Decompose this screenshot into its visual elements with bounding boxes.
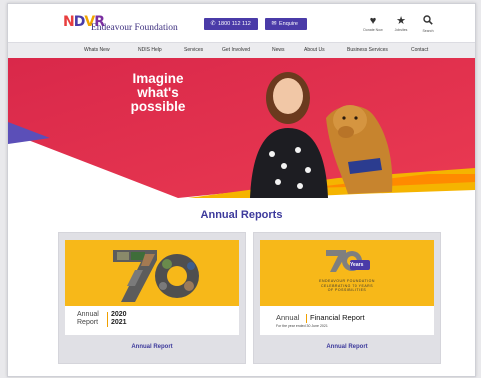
report-year-1: 2020 <box>111 311 127 318</box>
nav-item-whats-new[interactable]: Whats New <box>84 47 110 53</box>
logo[interactable]: NDVR Endeavour Foundation <box>63 14 183 36</box>
browser-page: NDVR Endeavour Foundation ✆ 1800 112 112 … <box>7 3 476 377</box>
annual-report-link[interactable]: Annual Report <box>254 344 440 350</box>
nav-item-get-involved[interactable]: Get Involved <box>222 47 250 53</box>
section-title: Annual Reports <box>200 209 283 221</box>
logo-letter: N <box>63 14 75 30</box>
nav-item-business-services[interactable]: Business Services <box>347 47 388 53</box>
main-nav: Whats New NDIS Help Services Get Involve… <box>8 42 475 59</box>
report-divider <box>306 314 307 323</box>
favourites-button[interactable]: ★ Jobsites <box>389 15 413 32</box>
call-button-label: 1800 112 112 <box>218 21 251 27</box>
star-icon: ★ <box>396 15 406 27</box>
financial-report-card[interactable]: Years ENDEAVOUR FOUNDATION CELEBRATING 7… <box>253 232 441 364</box>
logo-letter: D <box>73 14 86 30</box>
enquire-button-label: Enquire <box>279 21 298 27</box>
donate-label: Donate Now <box>363 28 383 32</box>
nav-item-ndis-help[interactable]: NDIS Help <box>138 47 162 53</box>
report-subtitle: For the year ended 30 June 2021 <box>276 324 328 328</box>
annual-report-link[interactable]: Annual Report <box>59 344 245 350</box>
mail-icon: ✉ <box>271 21 277 27</box>
favourites-label: Jobsites <box>394 28 408 32</box>
site-header: NDVR Endeavour Foundation ✆ 1800 112 112 … <box>8 4 475 42</box>
hero-headline-line3: possible <box>130 99 186 114</box>
search-label: Search <box>422 29 434 33</box>
logo-name: Endeavour Foundation <box>91 23 178 33</box>
hero-headline-line1: Imagine <box>132 71 184 86</box>
cover-tagline: ENDEAVOUR FOUNDATION CELEBRATING 70 YEAR… <box>254 279 440 293</box>
hero-headline-line2: what's <box>137 85 179 100</box>
donate-button[interactable]: ♥ Donate Now <box>361 15 385 32</box>
enquire-button[interactable]: ✉ Enquire <box>265 18 307 30</box>
report-word-annual: Annual <box>276 313 300 322</box>
hero-banner: Imagine what's possible <box>8 58 475 198</box>
report-word-annual: Annual <box>77 311 99 318</box>
annual-report-card[interactable]: Annual Report 2020 2021 Annual Report <box>58 232 246 364</box>
nav-item-services[interactable]: Services <box>184 47 203 53</box>
phone-icon: ✆ <box>210 21 216 27</box>
report-title: Financial Report <box>310 313 365 322</box>
hero-headline: Imagine what's possible <box>108 72 208 114</box>
years-badge: Years <box>350 262 364 268</box>
nav-item-contact[interactable]: Contact <box>411 47 428 53</box>
search-button[interactable]: Search <box>416 15 440 33</box>
report-year-2: 2021 <box>111 319 127 326</box>
hero-background <box>8 58 475 198</box>
cover-tagline-3: OF POSSIBILITIES <box>327 288 367 292</box>
call-button[interactable]: ✆ 1800 112 112 <box>204 18 258 30</box>
heart-icon: ♥ <box>369 15 377 27</box>
search-icon <box>416 15 440 28</box>
report-divider <box>107 312 108 327</box>
report-word-report: Report <box>77 319 99 326</box>
nav-item-news[interactable]: News <box>272 47 285 53</box>
nav-item-about-us[interactable]: About Us <box>304 47 325 53</box>
